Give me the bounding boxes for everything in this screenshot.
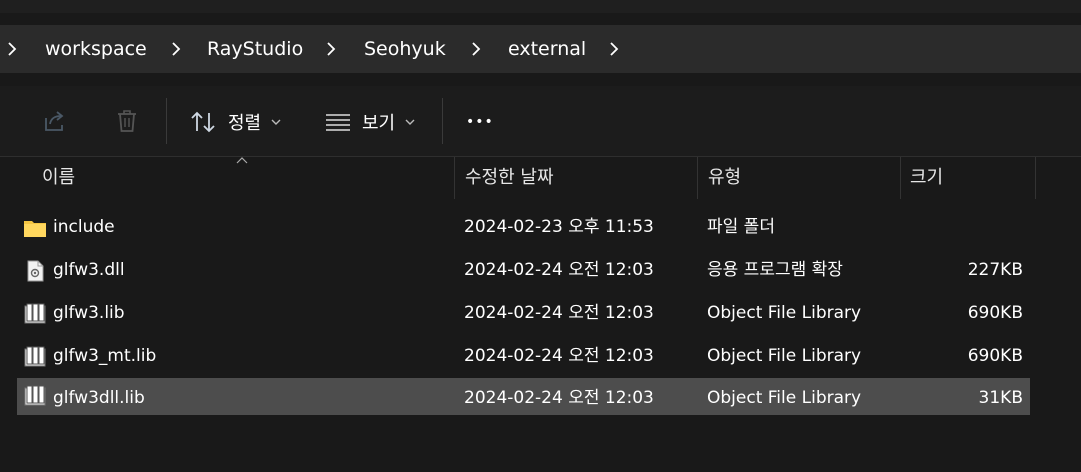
sort-button[interactable]: 정렬	[190, 106, 281, 138]
chevron-right-icon[interactable]	[168, 41, 184, 57]
sort-ascending-icon	[236, 157, 248, 164]
column-divider[interactable]	[1035, 157, 1036, 199]
chevron-right-icon[interactable]	[606, 41, 622, 57]
chevron-right-icon[interactable]	[4, 41, 20, 57]
file-date: 2024-02-24 오전 12:03	[464, 303, 654, 323]
window-top-strip	[0, 0, 1081, 13]
file-type: 응용 프로그램 확장	[707, 260, 843, 280]
file-name: include	[53, 217, 115, 237]
breadcrumb-item-external[interactable]: external	[508, 25, 586, 73]
lib-file-icon	[24, 346, 46, 367]
view-button[interactable]: 보기	[325, 106, 415, 138]
file-type: 파일 폴더	[707, 217, 775, 237]
file-date: 2024-02-24 오전 12:03	[464, 260, 654, 280]
more-icon: •••	[466, 114, 494, 130]
folder-icon	[24, 221, 46, 237]
trash-icon[interactable]	[114, 108, 140, 134]
command-bar: 정렬 보기 •••	[0, 86, 1081, 156]
chevron-right-icon[interactable]	[468, 41, 484, 57]
file-row[interactable]: include 2024-02-23 오후 11:53 파일 폴더	[17, 209, 1030, 246]
file-name: glfw3dll.lib	[53, 388, 145, 408]
file-name: glfw3.dll	[53, 260, 125, 280]
sort-label: 정렬	[228, 113, 262, 134]
file-date: 2024-02-24 오전 12:03	[464, 346, 654, 366]
file-size	[907, 209, 1023, 246]
column-header-type[interactable]: 유형	[708, 157, 741, 199]
lib-file-icon	[24, 385, 46, 406]
dll-file-icon	[27, 260, 44, 282]
file-name: glfw3_mt.lib	[53, 346, 157, 366]
toolbar-divider	[166, 98, 167, 144]
view-list-icon	[326, 114, 350, 131]
file-type: Object File Library	[707, 303, 862, 323]
breadcrumb-item-seohyuk[interactable]: Seohyuk	[364, 25, 446, 73]
chevron-down-icon	[271, 119, 281, 125]
column-divider[interactable]	[900, 157, 901, 199]
share-icon[interactable]	[42, 108, 68, 134]
sort-icon	[191, 111, 215, 133]
breadcrumb-item-raystudio[interactable]: RayStudio	[207, 25, 303, 73]
chevron-right-icon[interactable]	[323, 41, 339, 57]
column-header-date[interactable]: 수정한 날짜	[465, 157, 554, 199]
more-options-button[interactable]: •••	[466, 106, 494, 138]
chevron-down-icon	[405, 119, 415, 125]
toolbar-divider	[442, 98, 443, 144]
file-date: 2024-02-23 오후 11:53	[464, 217, 654, 237]
column-divider[interactable]	[454, 157, 455, 199]
file-size: 227KB	[967, 260, 1023, 280]
view-label: 보기	[362, 113, 396, 134]
address-bar[interactable]: workspace RayStudio Seohyuk external	[0, 25, 1081, 73]
column-divider[interactable]	[697, 157, 698, 199]
breadcrumb-item-workspace[interactable]: workspace	[45, 25, 147, 73]
column-header-name[interactable]: 이름	[42, 157, 75, 199]
column-header-size[interactable]: 크기	[910, 157, 943, 199]
column-header-row: 이름 수정한 날짜 유형 크기	[0, 156, 1081, 199]
file-date: 2024-02-24 오전 12:03	[464, 388, 654, 408]
file-row[interactable]: glfw3.lib 2024-02-24 오전 12:03 Object Fil…	[17, 295, 1030, 332]
file-row-selected[interactable]: glfw3dll.lib 2024-02-24 오전 12:03 Object …	[17, 378, 1030, 415]
file-row[interactable]: glfw3.dll 2024-02-24 오전 12:03 응용 프로그램 확장…	[17, 252, 1030, 289]
file-type: Object File Library	[707, 346, 862, 366]
file-size: 31KB	[978, 388, 1023, 408]
file-row[interactable]: glfw3_mt.lib 2024-02-24 오전 12:03 Object …	[17, 338, 1030, 375]
file-name: glfw3.lib	[53, 303, 125, 323]
file-size: 690KB	[967, 303, 1023, 323]
lib-file-icon	[24, 303, 46, 324]
file-size: 690KB	[967, 346, 1023, 366]
file-type: Object File Library	[707, 388, 862, 408]
